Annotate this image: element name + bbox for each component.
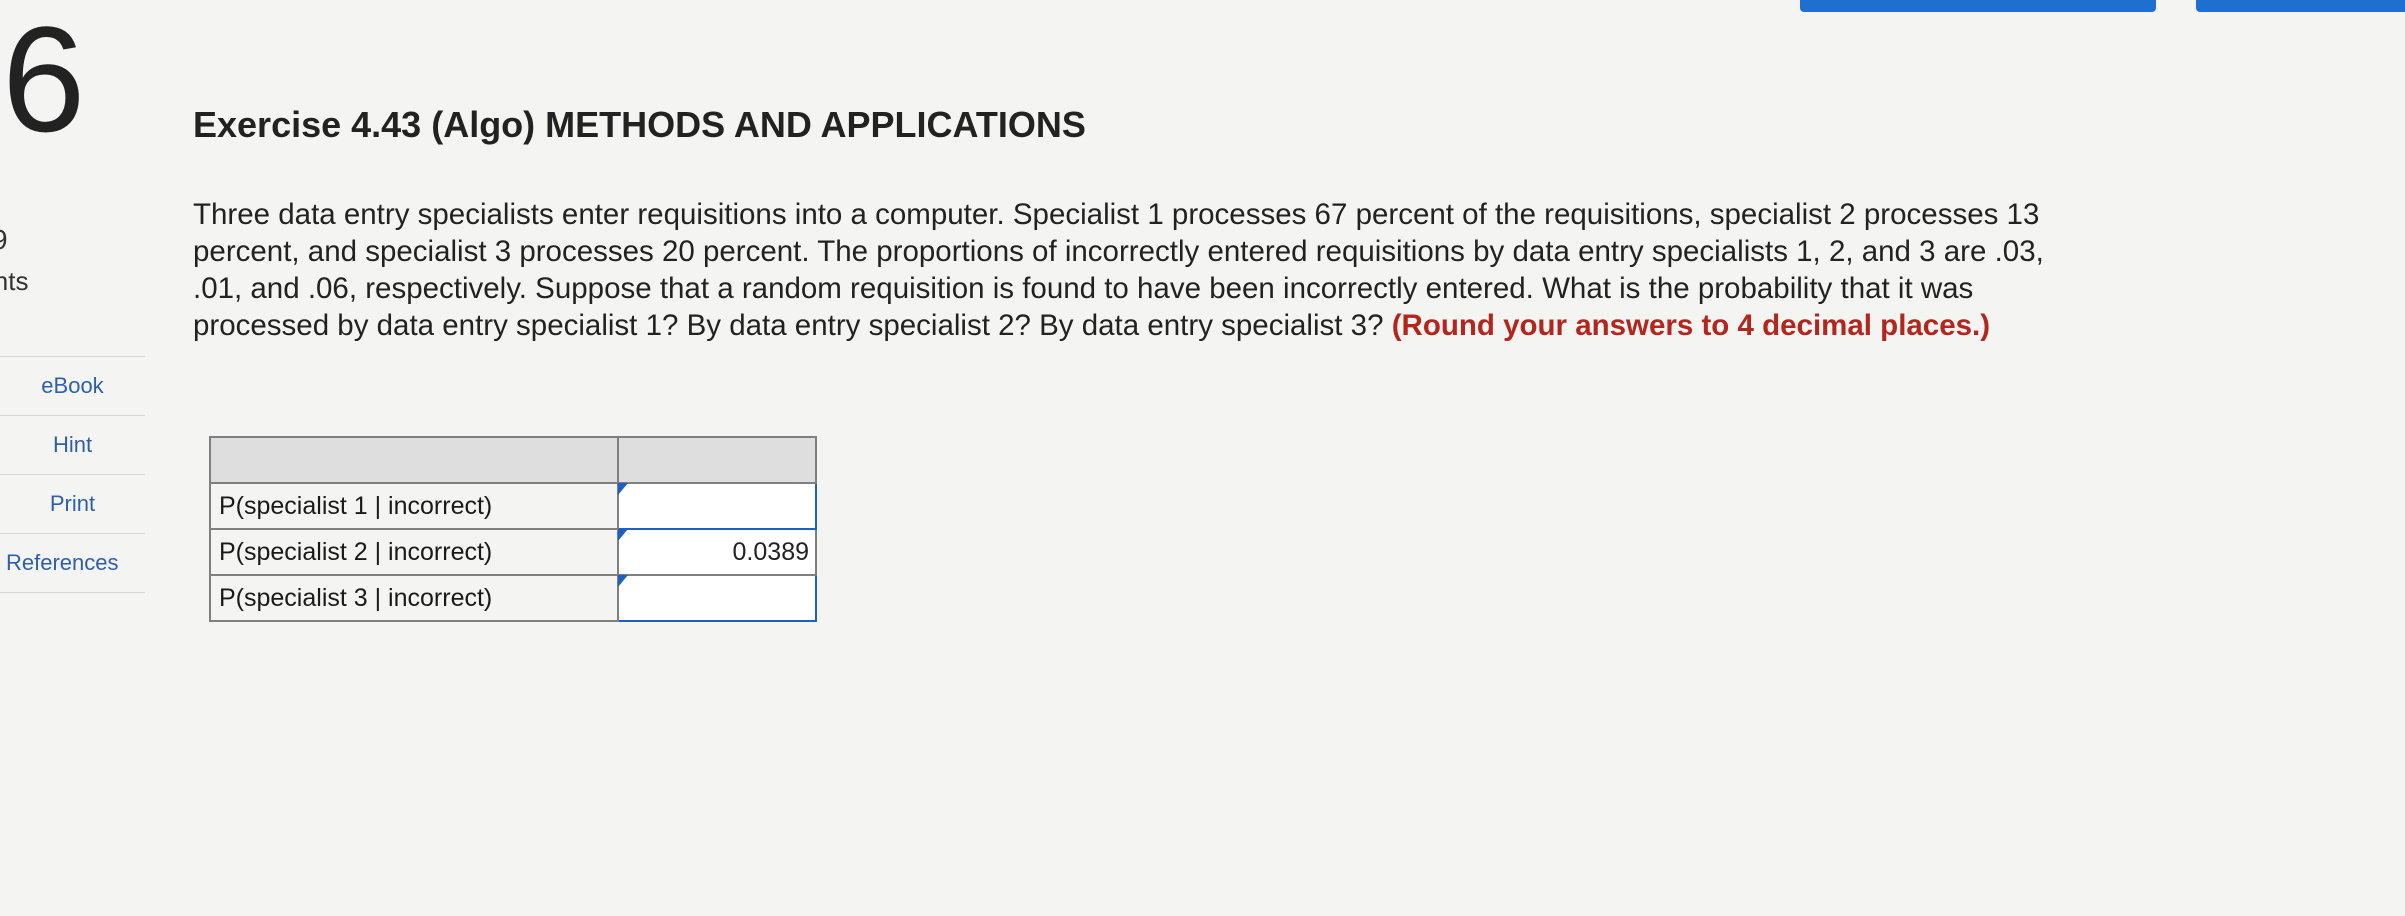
top-tab-right[interactable] [2196,0,2405,12]
table-row: P(specialist 1 | incorrect) [209,482,817,530]
row-label: P(specialist 3 | incorrect) [209,574,619,622]
table-row: P(specialist 3 | incorrect) [209,574,817,622]
hint-link[interactable]: Hint [0,416,145,475]
header-cell-answer [617,436,817,484]
answer-cell [617,528,817,576]
input-flag-icon [618,529,628,541]
answer-input-specialist-1[interactable] [619,484,815,528]
rounding-instruction: (Round your answers to 4 decimal places.… [1391,309,1991,342]
side-menu: eBook Hint Print References [0,356,145,593]
input-flag-icon [618,575,628,587]
references-link[interactable]: References [0,534,145,593]
table-header-row [209,436,817,484]
problem-statement: Three data entry specialists enter requi… [193,196,2093,344]
input-flag-icon [618,483,628,495]
question-number: 6 [2,0,86,163]
points-label: ints [0,266,29,296]
header-cell-label [209,436,619,484]
answer-cell [617,482,817,530]
points-value: 9 [0,224,8,256]
table-row: P(specialist 2 | incorrect) [209,528,817,576]
top-tab-left[interactable] [1800,0,2156,12]
exercise-title: Exercise 4.43 (Algo) METHODS AND APPLICA… [193,104,1086,145]
answer-table: P(specialist 1 | incorrect) P(specialist… [209,436,817,622]
answer-cell [617,574,817,622]
answer-input-specialist-3[interactable] [619,576,815,620]
ebook-link[interactable]: eBook [0,357,145,416]
print-link[interactable]: Print [0,475,145,534]
row-label: P(specialist 2 | incorrect) [209,528,619,576]
row-label: P(specialist 1 | incorrect) [209,482,619,530]
answer-input-specialist-2[interactable] [619,530,815,574]
